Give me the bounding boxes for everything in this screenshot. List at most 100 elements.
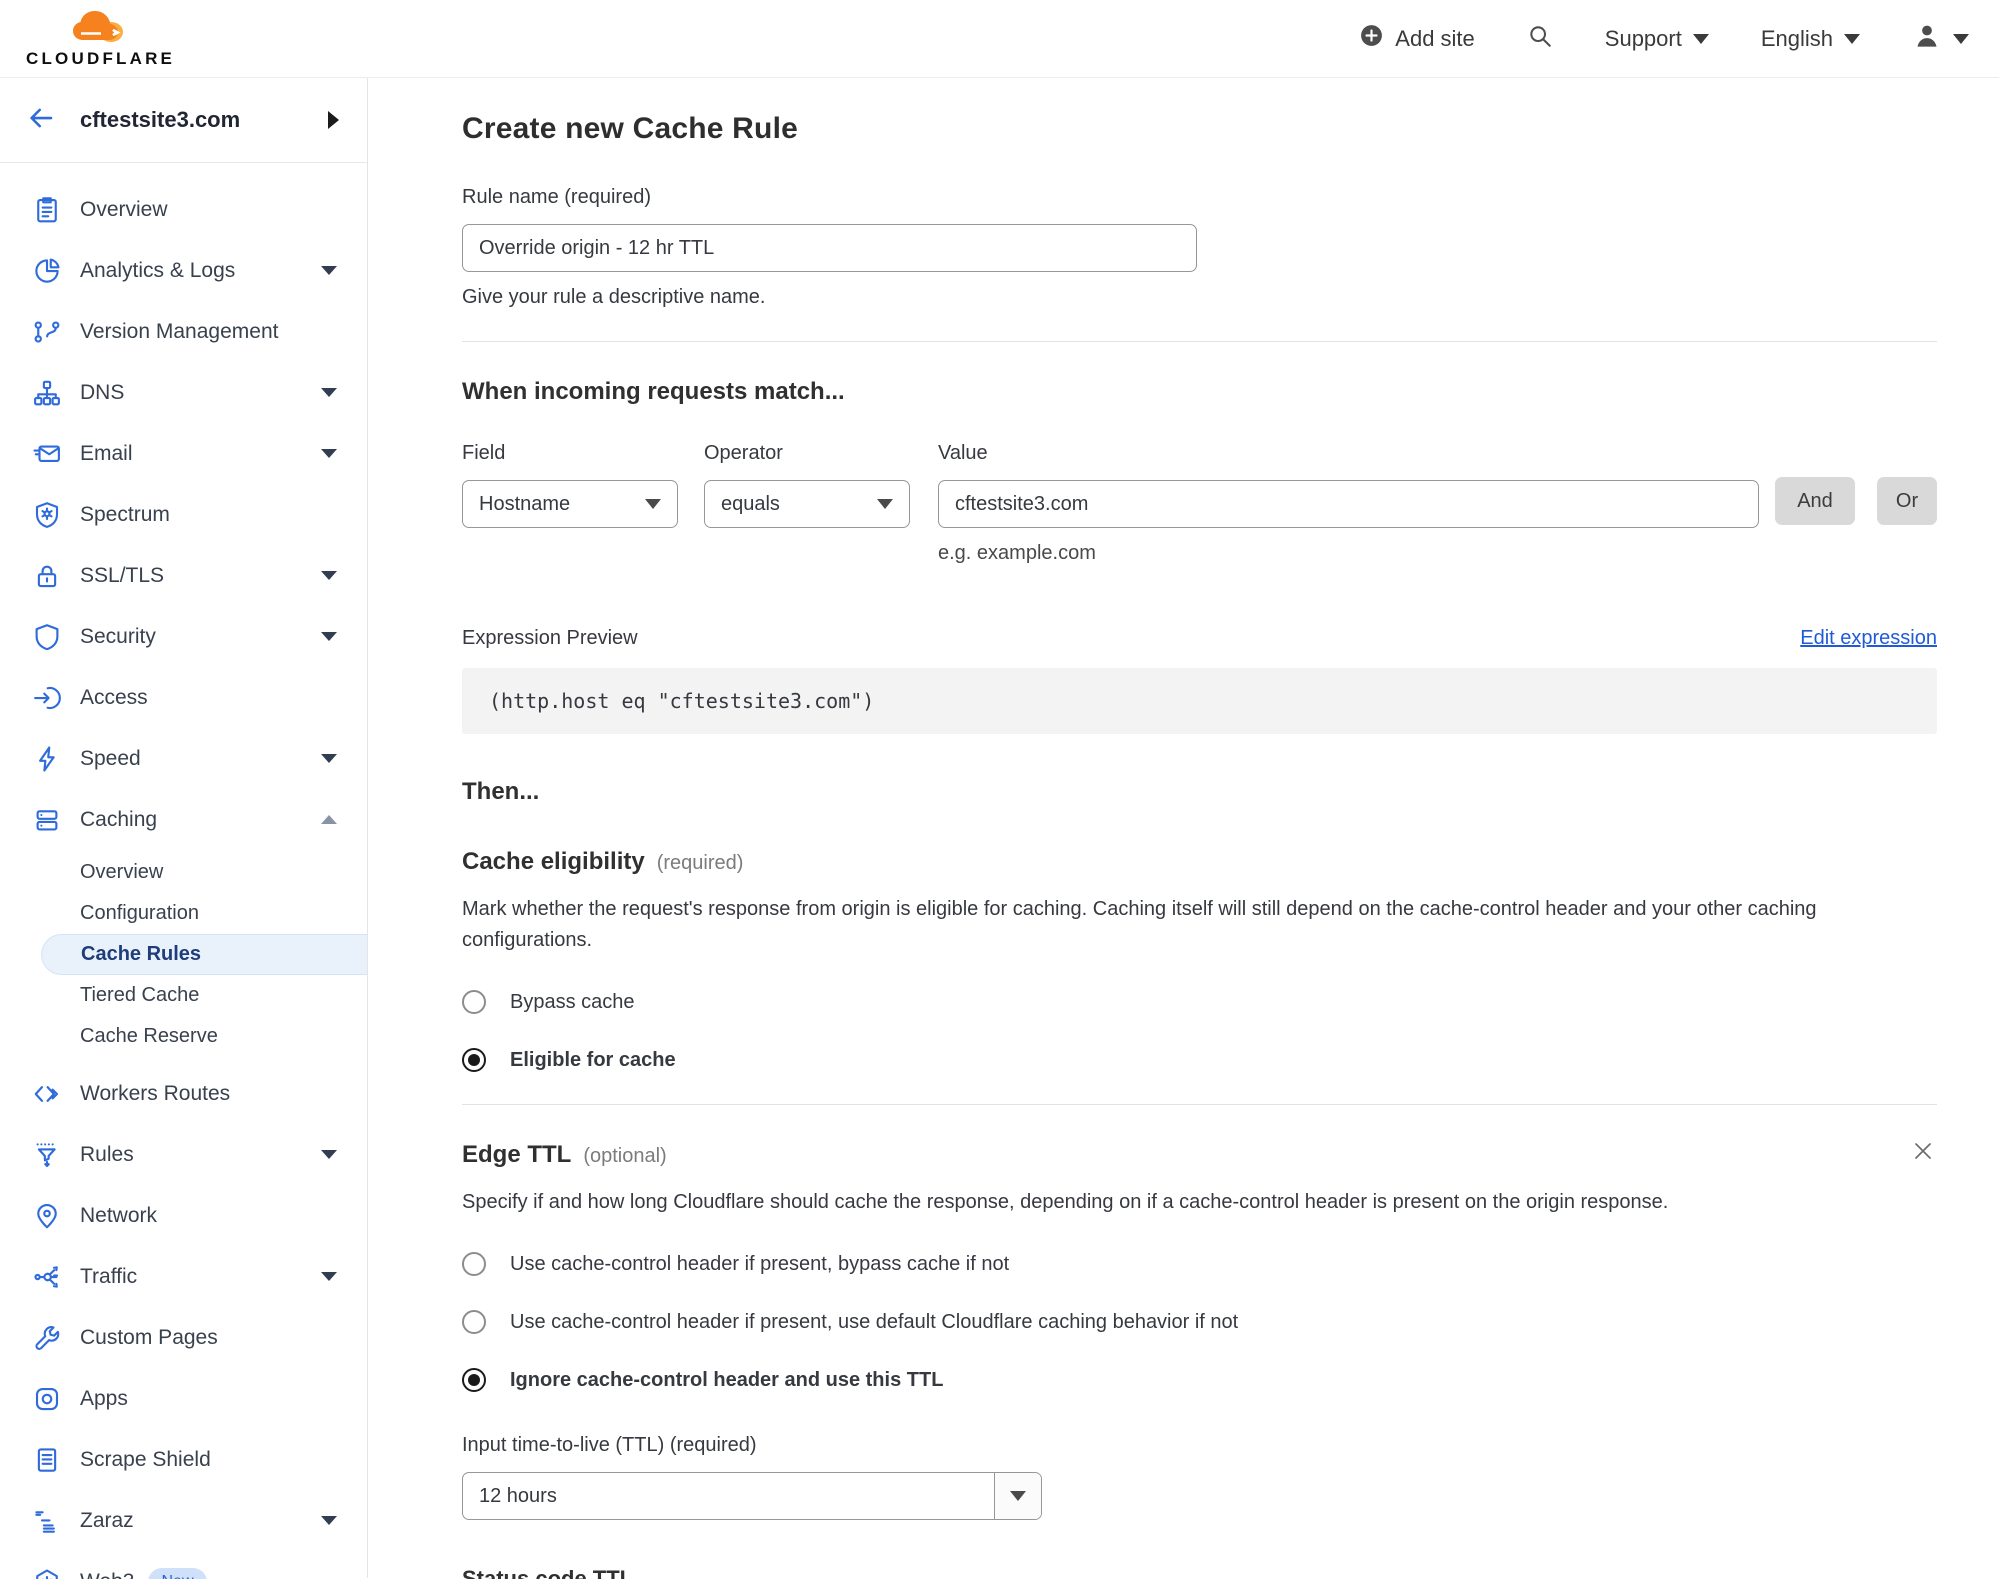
sidebar-item-security[interactable]: Security: [0, 606, 367, 667]
chevron-down-icon: [321, 449, 337, 458]
sidebar-subitem-tiered-cache[interactable]: Tiered Cache: [0, 975, 367, 1016]
language-menu[interactable]: English: [1761, 26, 1860, 52]
cloudflare-wordmark: CLOUDFLARE: [26, 49, 176, 68]
sidebar-item-analytics-logs[interactable]: Analytics & Logs: [0, 240, 367, 301]
shield-icon: [31, 621, 63, 653]
site-name: cftestsite3.com: [80, 107, 241, 132]
value-hint: e.g. example.com: [938, 542, 1096, 564]
caching-submenu: Overview Configuration Cache Rules Tiere…: [0, 852, 367, 1057]
ttl-input-label: Input time-to-live (TTL) (required): [462, 1434, 757, 1456]
sidebar-item-network[interactable]: Network: [0, 1185, 367, 1246]
field-label: Field: [462, 442, 506, 464]
then-heading: Then...: [462, 778, 540, 805]
chevron-down-icon: [321, 754, 337, 763]
chevron-down-icon: [877, 499, 893, 509]
operator-select[interactable]: equals: [704, 480, 910, 528]
chevron-up-icon: [321, 815, 337, 824]
expression-preview-section: Expression Preview Edit expression (http…: [462, 627, 1937, 734]
radio-unselected[interactable]: [462, 990, 486, 1014]
chevron-down-icon: [1692, 33, 1709, 44]
sidebar-subitem-caching-overview[interactable]: Overview: [0, 852, 367, 893]
radio-unselected[interactable]: [462, 1310, 486, 1334]
back-arrow-icon[interactable]: [26, 103, 56, 138]
field-select[interactable]: Hostname: [462, 480, 678, 528]
add-site-button[interactable]: Add site: [1359, 23, 1475, 54]
sidebar-item-access[interactable]: Access: [0, 667, 367, 728]
eligible-for-cache-option[interactable]: Eligible for cache: [462, 1048, 1937, 1072]
language-label: English: [1760, 25, 1833, 51]
cloudflare-logo[interactable]: CLOUDFLARE: [26, 10, 175, 69]
sidebar-item-apps[interactable]: Apps: [0, 1368, 367, 1429]
sidebar-subitem-cache-rules[interactable]: Cache Rules: [41, 934, 367, 975]
user-icon: [1912, 21, 1942, 57]
sidebar-subitem-configuration[interactable]: Configuration: [0, 893, 367, 934]
value-input[interactable]: [938, 480, 1759, 528]
sidebar-item-zaraz[interactable]: Zaraz: [0, 1490, 367, 1551]
bypass-cache-option[interactable]: Bypass cache: [462, 990, 1937, 1014]
sidebar-subitem-cache-reserve[interactable]: Cache Reserve: [0, 1016, 367, 1057]
rule-name-section: Rule name (required) Give your rule a de…: [462, 186, 1937, 309]
ttl-select[interactable]: 12 hours: [462, 1472, 1042, 1520]
edit-expression-link[interactable]: Edit expression: [1800, 627, 1937, 650]
expression-code-box: (http.host eq "cftestsite3.com"): [462, 668, 1937, 734]
lock-icon: [31, 560, 63, 592]
account-menu[interactable]: [1912, 21, 1969, 57]
edge-ttl-description: Specify if and how long Cloudflare shoul…: [462, 1191, 1669, 1213]
sidebar-item-web3[interactable]: Web3 New: [0, 1551, 367, 1579]
edge-ttl-option-ignore[interactable]: Ignore cache-control header and use this…: [462, 1368, 1937, 1392]
edge-ttl-option-bypass[interactable]: Use cache-control header if present, byp…: [462, 1252, 1937, 1276]
sidebar-item-ssl-tls[interactable]: SSL/TLS: [0, 545, 367, 606]
filter-icon: [31, 1139, 63, 1171]
radio-selected[interactable]: [462, 1048, 486, 1072]
support-menu[interactable]: Support: [1605, 26, 1709, 52]
map-pin-icon: [31, 1200, 63, 1232]
and-button[interactable]: And: [1775, 477, 1855, 525]
expression-preview-label: Expression Preview: [462, 627, 638, 649]
add-site-plus-icon: [1359, 23, 1384, 54]
sidebar-item-rules[interactable]: Rules: [0, 1124, 367, 1185]
cache-eligibility-heading: Cache eligibility: [462, 848, 645, 875]
sidebar-item-overview[interactable]: Overview: [0, 179, 367, 240]
operator-label: Operator: [704, 442, 783, 464]
sidebar-item-custom-pages[interactable]: Custom Pages: [0, 1307, 367, 1368]
sidebar-item-spectrum[interactable]: Spectrum: [0, 484, 367, 545]
radio-selected[interactable]: [462, 1368, 486, 1392]
sidebar-item-version-management[interactable]: Version Management: [0, 301, 367, 362]
sidebar-nav: Overview Analytics & Logs Version Manage…: [0, 163, 367, 1579]
version-management-icon: [31, 316, 63, 348]
sidebar-item-scrape-shield[interactable]: Scrape Shield: [0, 1429, 367, 1490]
rule-name-input[interactable]: [462, 224, 1197, 272]
sidebar-item-traffic[interactable]: Traffic: [0, 1246, 367, 1307]
web3-icon: [31, 1566, 63, 1579]
sidebar: cftestsite3.com Overview Analytics & Log…: [0, 78, 368, 1579]
edge-ttl-option-default[interactable]: Use cache-control header if present, use…: [462, 1310, 1937, 1334]
sidebar-item-email[interactable]: Email: [0, 423, 367, 484]
site-header: cftestsite3.com: [0, 78, 367, 163]
close-icon[interactable]: [1909, 1137, 1937, 1170]
page-title: Create new Cache Rule: [462, 112, 798, 145]
chevron-down-icon: [1953, 33, 1969, 44]
chevron-down-icon: [321, 1272, 337, 1281]
chevron-down-icon: [321, 571, 337, 580]
or-button[interactable]: Or: [1877, 477, 1937, 525]
sidebar-item-speed[interactable]: Speed: [0, 728, 367, 789]
optional-tag: (optional): [583, 1145, 667, 1167]
radio-unselected[interactable]: [462, 1252, 486, 1276]
sidebar-item-caching[interactable]: Caching: [0, 789, 367, 850]
divider: [462, 341, 1937, 342]
chevron-down-icon[interactable]: [994, 1473, 1041, 1519]
search-button[interactable]: [1527, 23, 1553, 55]
header-actions: Add site Support English: [1359, 21, 1969, 57]
traffic-icon: [31, 1261, 63, 1293]
chevron-down-icon: [321, 1150, 337, 1159]
expression-code: (http.host eq "cftestsite3.com"): [489, 689, 875, 713]
chevron-right-icon[interactable]: [328, 111, 339, 129]
sidebar-item-dns[interactable]: DNS: [0, 362, 367, 423]
status-code-ttl-heading: Status code TTL: [462, 1566, 634, 1579]
caching-icon: [31, 804, 63, 836]
apps-icon: [31, 1383, 63, 1415]
document-icon: [31, 1444, 63, 1476]
rule-name-helper: Give your rule a descriptive name.: [462, 286, 766, 308]
analytics-icon: [31, 255, 63, 287]
sidebar-item-workers-routes[interactable]: Workers Routes: [0, 1063, 367, 1124]
